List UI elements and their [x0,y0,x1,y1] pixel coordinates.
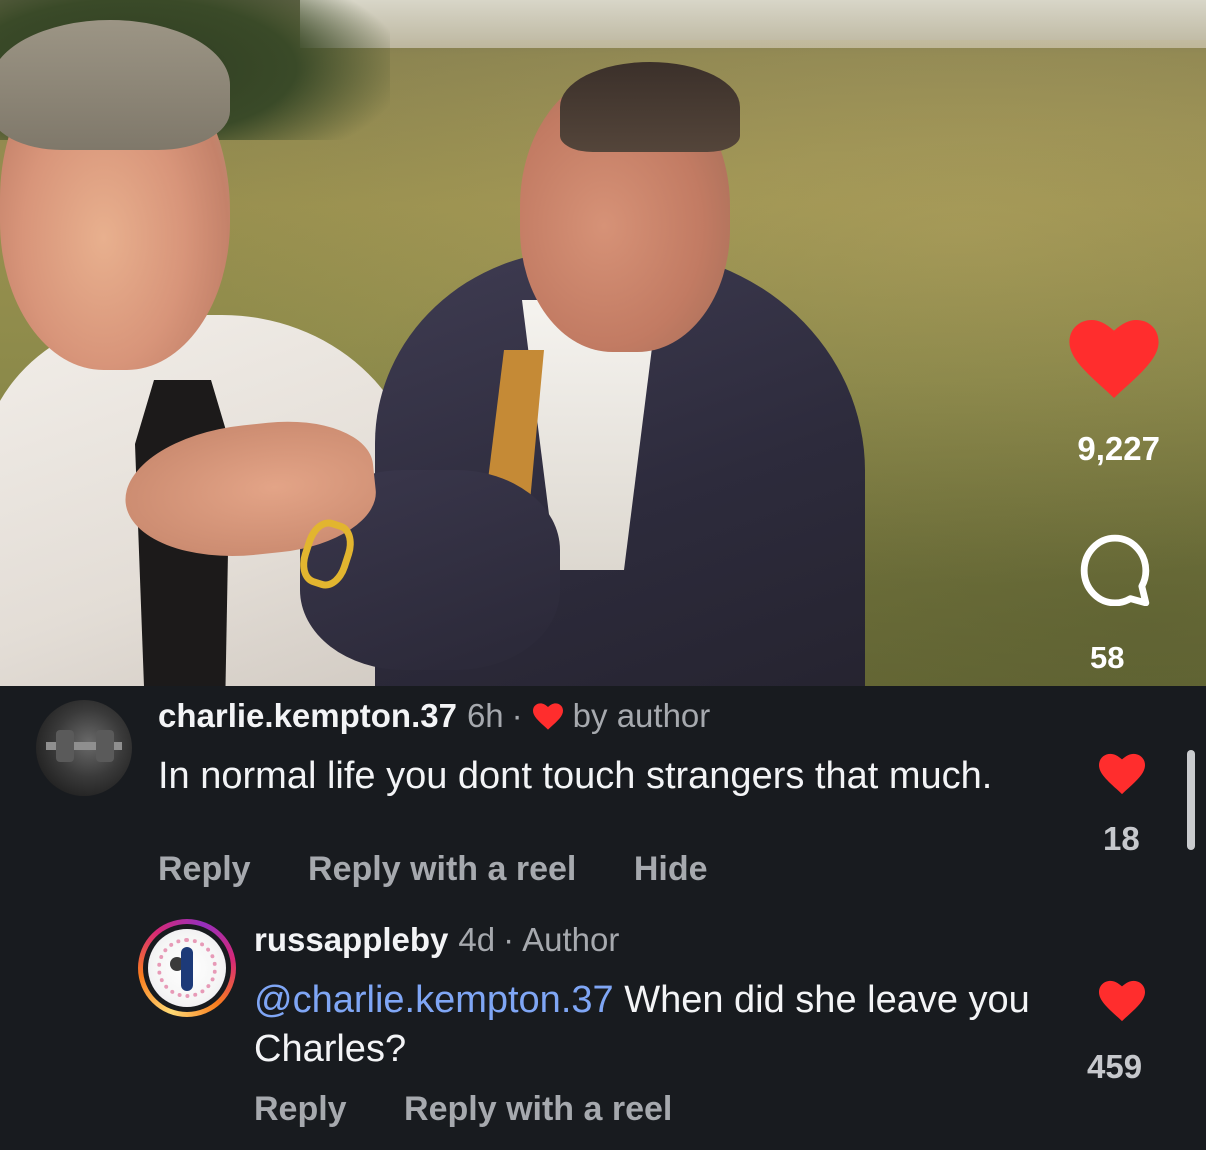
avatar-image [148,929,226,1007]
comment-time: 4d [458,921,496,958]
person-right-hair [560,62,740,152]
reply-with-reel-button[interactable]: Reply with a reel [308,850,576,888]
comment-text: In normal life you dont touch strangers … [158,755,993,797]
reply-button[interactable]: Reply [254,1090,347,1128]
heart-icon[interactable] [1069,320,1159,398]
heart-icon [532,702,563,730]
comment-bubble-icon[interactable] [1075,532,1155,606]
reply-with-reel-button[interactable]: Reply with a reel [404,1090,672,1128]
comment-username[interactable]: russappleby [254,921,448,959]
avatar-barbell-plate [56,730,74,762]
author-badge: Author [522,921,620,958]
avatar-barbell-plate [96,730,114,762]
avatar[interactable] [138,919,236,1017]
comment-like-count[interactable]: 18 [1103,820,1140,858]
person-left-hair [0,20,230,150]
avatar[interactable] [36,700,132,796]
video-like-count[interactable]: 9,227 [1077,430,1160,468]
comment-like-count[interactable]: 459 [1087,1048,1142,1086]
avatar-figure [181,947,193,991]
reply-button[interactable]: Reply [158,850,251,888]
heart-icon[interactable] [1099,980,1145,1022]
comment-time: 6h [466,697,504,734]
meta-separator: · [503,921,515,958]
video-comment-count[interactable]: 58 [1090,640,1124,676]
heart-icon[interactable] [1099,753,1145,795]
liked-by-author-label: by author [572,697,711,734]
mention-link[interactable]: @charlie.kempton.37 [254,979,614,1021]
avatar-inner [143,924,231,1012]
comment-actions: Reply Reply with a reel [254,1090,720,1129]
comment-text: @charlie.kempton.37 When did she leave y… [254,976,1054,1074]
comment-meta: charlie.kempton.37 6h · by author [158,697,710,735]
comment-meta: russappleby 4d · Author [254,921,619,959]
comment-username[interactable]: charlie.kempton.37 [158,697,457,735]
reel-video[interactable]: 9,227 58 [0,0,1206,686]
comment-actions: Reply Reply with a reel Hide [158,850,756,889]
hide-button[interactable]: Hide [634,850,708,888]
scrollbar[interactable] [1187,750,1195,850]
meta-separator: · [511,697,523,734]
